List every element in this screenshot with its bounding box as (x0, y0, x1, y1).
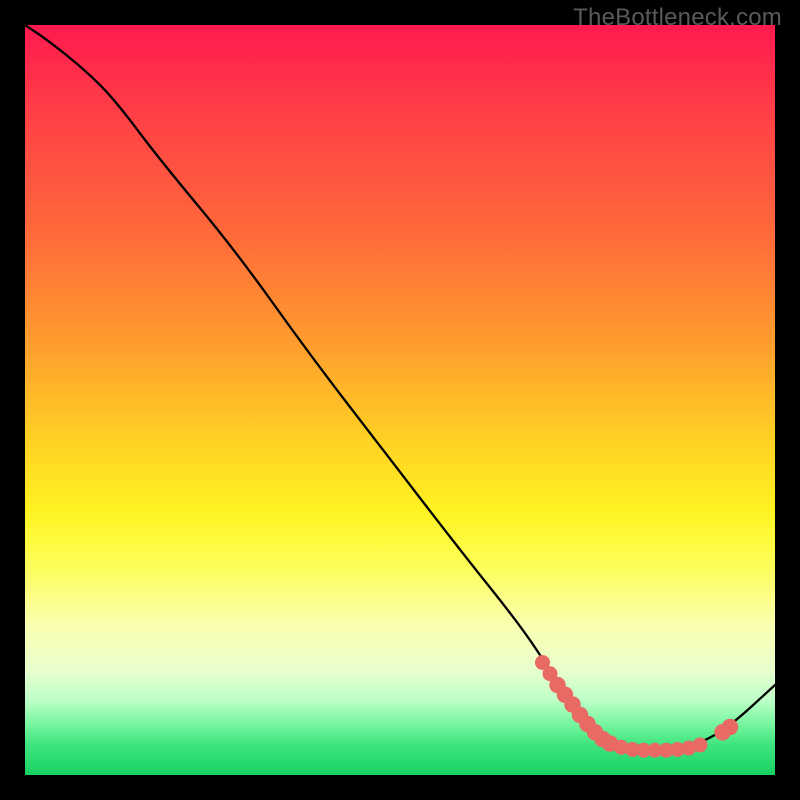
chart-overlay (25, 25, 775, 775)
bottleneck-curve (25, 25, 775, 750)
data-markers (535, 655, 738, 758)
chart-frame: TheBottleneck.com (0, 0, 800, 800)
plot-area (25, 25, 775, 775)
data-point (722, 719, 739, 736)
watermark-text: TheBottleneck.com (573, 4, 782, 32)
data-point (693, 738, 708, 753)
